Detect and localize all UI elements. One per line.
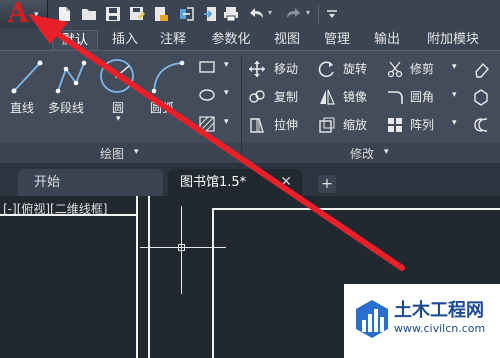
fillet-label[interactable]: 圆角 <box>410 88 434 105</box>
import-icon[interactable] <box>202 5 220 23</box>
stretch-label[interactable]: 拉伸 <box>274 116 298 133</box>
explode-icon[interactable] <box>472 88 490 106</box>
arc-tool-label[interactable]: 圆弧 <box>150 99 174 116</box>
move-icon[interactable] <box>248 60 266 78</box>
tab-manage[interactable]: 管理 <box>316 30 358 50</box>
trim-label[interactable]: 修剪 <box>410 60 434 77</box>
ellipse-dropdown-icon[interactable]: ▾ <box>224 88 229 98</box>
watermark-title: 土木工程网 <box>394 300 484 321</box>
hatch-ellipse-icon[interactable] <box>198 87 216 103</box>
draw-panel-expand-icon[interactable]: ▾ <box>134 147 139 157</box>
watermark-logo-icon <box>356 300 388 338</box>
new-file-icon[interactable] <box>55 5 73 23</box>
polyline-tool-label[interactable]: 多段线 <box>48 99 84 116</box>
trim-dropdown-icon[interactable]: ▾ <box>452 62 457 72</box>
array-dropdown-icon[interactable]: ▾ <box>452 118 457 128</box>
fillet-icon[interactable] <box>386 88 404 106</box>
hatch-tool-icon[interactable] <box>198 115 216 133</box>
rotate-icon[interactable] <box>318 60 336 78</box>
quick-access-toolbar: A ▾ ▾ ▾ <box>0 0 500 30</box>
circle-dropdown-icon[interactable]: ▾ <box>116 114 121 124</box>
chevron-down-icon: ▾ <box>34 10 39 20</box>
autocad-logo-icon: A <box>7 0 29 29</box>
tab-current-drawing-label: 图书馆1.5* <box>180 175 247 190</box>
document-tab-bar: 开始 图书馆1.5* ✕ + <box>0 163 500 196</box>
polyline-tool-icon[interactable] <box>54 59 88 95</box>
save-as-icon[interactable] <box>128 5 146 23</box>
array-icon[interactable] <box>386 116 404 134</box>
arc-tool-icon[interactable] <box>150 59 186 95</box>
drawing-line <box>212 208 214 358</box>
tab-start[interactable]: 开始 <box>18 169 163 196</box>
mirror-label[interactable]: 镜像 <box>343 88 367 105</box>
redo-icon[interactable] <box>285 5 303 23</box>
erase-icon[interactable] <box>472 60 490 78</box>
offset-icon[interactable] <box>472 116 490 134</box>
copy-label[interactable]: 复制 <box>274 88 298 105</box>
crosshair-pickbox <box>178 244 185 251</box>
tab-addins[interactable]: 附加模块 <box>418 30 488 50</box>
tab-output[interactable]: 输出 <box>366 30 408 50</box>
tab-start-label: 开始 <box>34 175 61 190</box>
application-menu-button[interactable]: A ▾ <box>0 0 48 30</box>
rectangle-tool-icon[interactable] <box>198 59 216 75</box>
close-icon[interactable]: ✕ <box>280 169 292 196</box>
scale-icon[interactable] <box>318 116 336 134</box>
undo-icon[interactable] <box>247 5 265 23</box>
toolbar-divider <box>318 5 319 23</box>
hatch-dropdown-icon[interactable]: ▾ <box>224 117 229 127</box>
tab-insert[interactable]: 插入 <box>104 30 146 50</box>
scale-label[interactable]: 缩放 <box>343 116 367 133</box>
line-tool-icon[interactable] <box>10 59 44 95</box>
drawing-line <box>148 196 150 358</box>
tab-view[interactable]: 视图 <box>266 30 308 50</box>
undo-dropdown-icon[interactable]: ▾ <box>268 8 272 17</box>
drawing-line <box>136 196 138 358</box>
redo-dropdown-icon[interactable]: ▾ <box>306 8 310 17</box>
tab-default[interactable]: 默认 <box>52 30 98 50</box>
rectangle-dropdown-icon[interactable]: ▾ <box>224 60 229 70</box>
ribbon-tab-bar: 默认 插入 注释 参数化 视图 管理 输出 附加模块 <box>0 28 500 50</box>
customize-toolbar-icon[interactable] <box>323 5 341 23</box>
drawing-line <box>212 208 500 210</box>
ribbon-panel: 直线 多段线 圆 ▾ 圆弧 ▾ ▾ ▾ 绘图 ▾ 移动 旋转 修剪 ▾ 复制 镜… <box>0 50 500 163</box>
line-tool-label[interactable]: 直线 <box>10 99 34 116</box>
watermark: 土木工程网 www.civilcn.com <box>344 284 500 358</box>
drawing-line <box>0 214 138 216</box>
new-tab-button[interactable]: + <box>318 175 336 193</box>
watermark-url: www.civilcn.com <box>394 322 486 335</box>
trim-icon[interactable] <box>386 60 404 78</box>
save-icon[interactable] <box>104 5 122 23</box>
rotate-label[interactable]: 旋转 <box>343 60 367 77</box>
draw-panel-title: 绘图 <box>100 147 125 161</box>
tab-annotate[interactable]: 注释 <box>152 30 194 50</box>
fillet-dropdown-icon[interactable]: ▾ <box>452 90 457 100</box>
copy-icon[interactable] <box>248 88 266 106</box>
tab-parametric[interactable]: 参数化 <box>203 30 259 50</box>
circle-tool-icon[interactable] <box>98 57 136 95</box>
modify-panel-expand-icon[interactable]: ▾ <box>384 147 389 157</box>
mirror-icon[interactable] <box>318 88 336 106</box>
print-icon[interactable] <box>222 5 240 23</box>
export-icon[interactable] <box>152 5 170 23</box>
open-folder-icon[interactable] <box>80 5 98 23</box>
share-icon[interactable] <box>178 5 196 23</box>
tab-current-drawing[interactable]: 图书馆1.5* ✕ <box>168 169 302 196</box>
modify-panel-title: 修改 <box>350 147 375 161</box>
panel-divider <box>241 57 242 157</box>
stretch-icon[interactable] <box>248 116 266 134</box>
move-label[interactable]: 移动 <box>274 60 298 77</box>
array-label[interactable]: 阵列 <box>410 116 434 133</box>
